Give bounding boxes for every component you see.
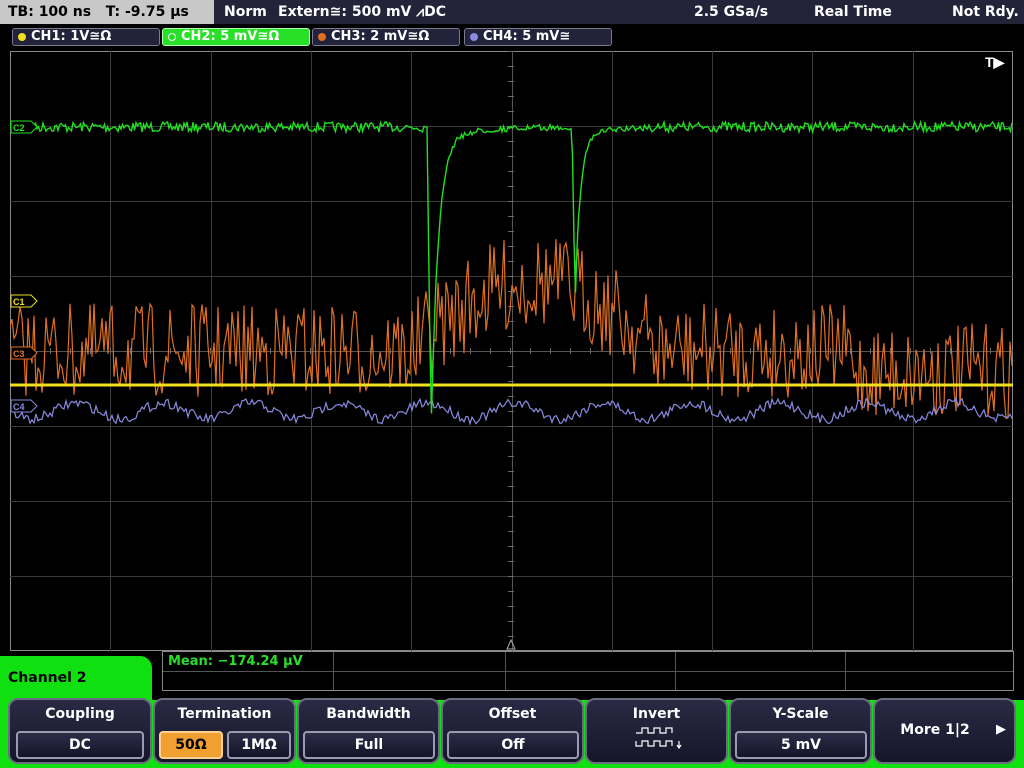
waveform-display[interactable]: C1 C3 C4 C2 T▶	[10, 51, 1013, 651]
acquisition-state: Not Rdy.	[952, 4, 1019, 20]
trigger-position-marker[interactable]: T▶	[985, 54, 1006, 70]
trigger-source[interactable]: Extern≅: 500 mV ⩘DC	[278, 0, 446, 24]
trigger-mode[interactable]: Norm	[224, 0, 267, 24]
mean-measurement: Mean: −174.24 µV	[168, 654, 303, 669]
more-arrow-icon: ▶	[996, 722, 1006, 737]
termination-1mohm-option[interactable]: 1MΩ	[227, 731, 291, 759]
y-scale-value[interactable]: 5 mV	[735, 731, 867, 759]
offset-softkey[interactable]: Offset Off	[441, 698, 584, 764]
offset-title: Offset	[488, 706, 537, 722]
c4-marker-label: C4	[13, 402, 25, 412]
c1-marker[interactable]: C1	[10, 294, 38, 308]
acquisition-mode[interactable]: Real Time	[814, 0, 892, 24]
tab-ch4[interactable]: CH4: 5 mV≅	[464, 28, 612, 46]
y-scale-softkey[interactable]: Y-Scale 5 mV	[729, 698, 872, 764]
more-softkey[interactable]: More 1|2 ▶	[873, 698, 1016, 764]
tab-ch2[interactable]: CH2: 5 mV≅Ω	[162, 28, 310, 46]
termination-50ohm-option[interactable]: 50Ω	[159, 731, 223, 759]
offset-value[interactable]: Off	[447, 731, 579, 759]
invert-title: Invert	[632, 706, 681, 722]
ch3-color-dot	[318, 33, 326, 41]
menu-title: Channel 2	[0, 656, 152, 700]
timebase-readout[interactable]: TB: 100 ns T: -9.75 µs	[0, 0, 214, 24]
ch3-label: CH3: 2 mV≅Ω	[331, 29, 430, 44]
bandwidth-title: Bandwidth	[326, 706, 411, 722]
ch4-label: CH4: 5 mV≅	[483, 29, 571, 44]
timebase-value: TB: 100 ns	[8, 4, 92, 20]
termination-softkey[interactable]: Termination 50Ω 1MΩ	[153, 698, 296, 764]
sample-rate: 2.5 GSa/s	[694, 4, 769, 20]
ch2-label: CH2: 5 mV≅Ω	[181, 29, 280, 44]
ch2-color-dot	[168, 33, 176, 41]
bandwidth-value[interactable]: Full	[303, 731, 435, 759]
ch1-label: CH1: 1V≅Ω	[31, 29, 112, 44]
c4-marker[interactable]: C4	[10, 399, 38, 413]
c3-marker-label: C3	[13, 349, 25, 359]
invert-softkey[interactable]: Invert	[585, 698, 728, 764]
c1-marker-label: C1	[13, 297, 25, 307]
ch4-color-dot	[470, 33, 478, 41]
c2-marker-label: C2	[13, 123, 25, 133]
c3-marker[interactable]: C3	[10, 346, 38, 360]
coupling-softkey[interactable]: Coupling DC	[8, 698, 152, 764]
bandwidth-softkey[interactable]: Bandwidth Full	[297, 698, 440, 764]
coupling-title: Coupling	[45, 706, 115, 722]
tab-ch1[interactable]: CH1: 1V≅Ω	[12, 28, 160, 46]
termination-title: Termination	[177, 706, 272, 722]
trigger-time-value: T: -9.75 µs	[105, 4, 189, 20]
y-scale-title: Y-Scale	[772, 706, 829, 722]
invert-waveform-icon	[635, 727, 682, 750]
coupling-value[interactable]: DC	[16, 731, 144, 759]
more-label: More 1|2	[900, 722, 970, 738]
tab-ch3[interactable]: CH3: 2 mV≅Ω	[312, 28, 460, 46]
c2-marker[interactable]: C2	[10, 120, 38, 134]
ch1-color-dot	[18, 33, 26, 41]
